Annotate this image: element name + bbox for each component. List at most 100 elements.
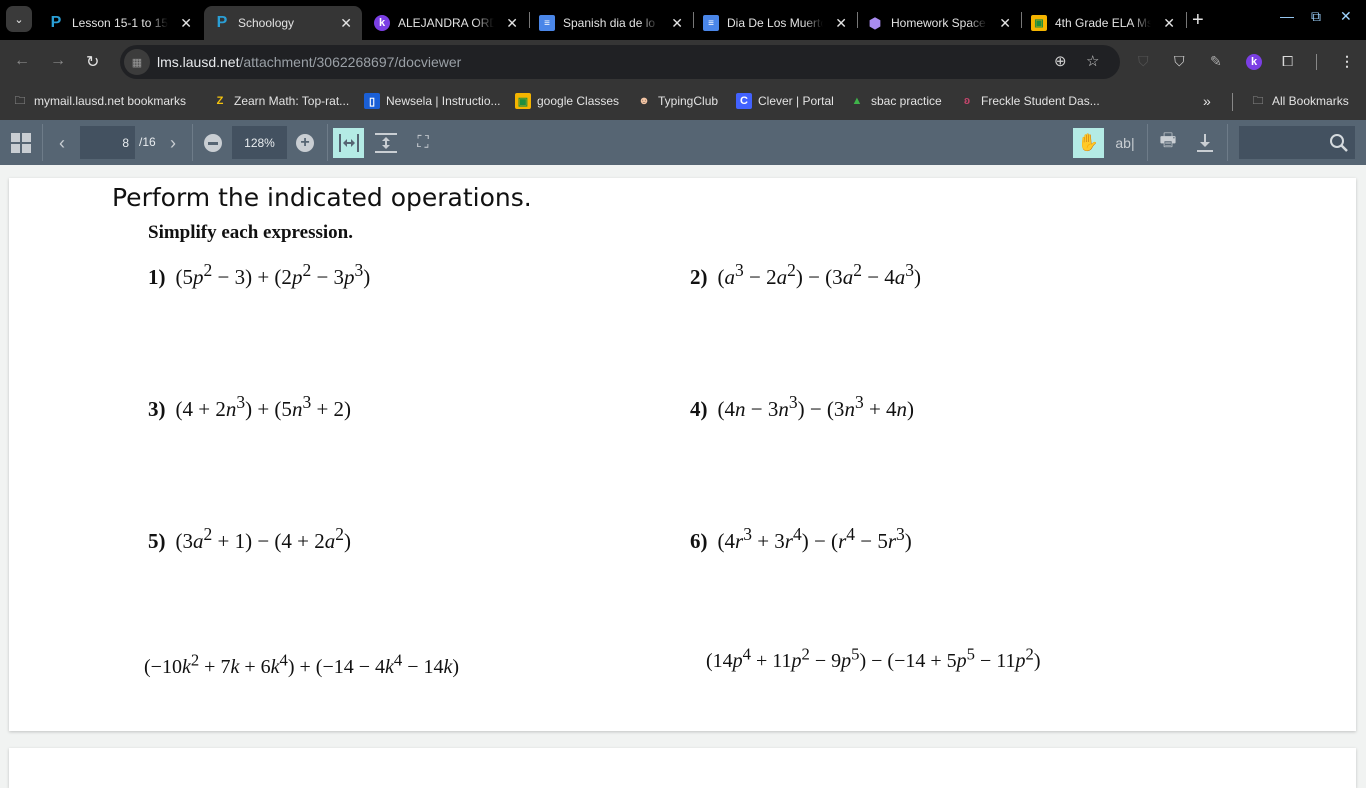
close-icon[interactable]: ✕ [999, 15, 1011, 32]
folder-icon: 🗀 [14, 94, 26, 107]
tab-homework-space[interactable]: ⬢ Homework Space ✕ [857, 6, 1021, 40]
close-icon[interactable]: ✕ [340, 15, 352, 32]
folder-icon: 🗀 [1252, 94, 1264, 107]
fit-page-button[interactable] [374, 133, 398, 153]
newsela-icon: ▯ [364, 93, 380, 109]
tab-schoology[interactable]: P Schoology ✕ [204, 6, 362, 40]
minimize-button[interactable]: — [1280, 8, 1294, 24]
problem-expression: (4 + 2n3) + (5n3 + 2) [175, 392, 352, 421]
extension-icon[interactable]: ✎ [1210, 53, 1222, 70]
tab-title: Lesson 15-1 to 15 [72, 16, 168, 30]
site-info-icon[interactable]: ▦ [124, 49, 150, 75]
previous-page-button[interactable]: ‹ [54, 132, 70, 154]
google-docs-icon: ≡ [703, 15, 719, 31]
print-button[interactable]: 🖶 [1157, 130, 1179, 154]
toolbar-separator [1147, 124, 1148, 161]
problem-expression: (a3 − 2a2) − (3a2 − 4a3) [717, 260, 922, 289]
bookmark-typingclub[interactable]: ☻ TypingClub [636, 93, 718, 109]
search-icon[interactable] [1329, 133, 1349, 153]
address-bar[interactable]: ▦ lms.lausd.net/attachment/3062268697/do… [120, 45, 1120, 79]
fit-height-icon [375, 133, 397, 153]
bookmark-label: Zearn Math: Top-rat... [234, 94, 350, 108]
instructions-heading: Simplify each expression. [148, 222, 353, 243]
close-icon[interactable]: ✕ [671, 15, 683, 32]
tab-4th-grade-ela[interactable]: ▣ 4th Grade ELA Ms ✕ [1021, 6, 1185, 40]
close-window-button[interactable]: ✕ [1340, 8, 1352, 25]
forward-button[interactable]: → [50, 52, 66, 70]
extensions-puzzle-icon[interactable]: ⧠ [1282, 53, 1293, 70]
restore-button[interactable]: ⧉ [1311, 8, 1321, 25]
shield-extension-icon[interactable]: ⛉ [1174, 53, 1185, 70]
hand-icon: ✋ [1077, 133, 1100, 152]
toolbar-separator [42, 124, 43, 161]
bookmark-star-icon[interactable]: ☆ [1086, 52, 1099, 70]
bookmarks-bar: 🗀 mymail.lausd.net bookmarks Z Zearn Mat… [0, 84, 1366, 120]
new-tab-button[interactable]: + [1192, 9, 1204, 32]
schoology-icon: P [216, 14, 228, 31]
menu-kebab-icon[interactable]: ⋮ [1340, 53, 1354, 70]
zearn-icon: Z [216, 95, 224, 107]
tab-alejandra[interactable]: k ALEJANDRA ORD ✕ [364, 6, 528, 40]
fullscreen-button[interactable]: ⛶ [412, 133, 434, 153]
close-icon[interactable]: ✕ [1163, 15, 1175, 32]
gem-icon: ⬢ [868, 14, 882, 31]
page-number-input[interactable]: 8 [80, 126, 135, 159]
problem-expression: (5p2 − 3) + (2p2 − 3p3) [175, 260, 371, 289]
fit-width-button[interactable] [333, 128, 364, 158]
bookmarks-overflow-button[interactable]: » [1203, 93, 1211, 109]
toolbar-separator [192, 124, 193, 161]
tab-separator [1186, 12, 1187, 28]
bookmark-mymail[interactable]: 🗀 mymail.lausd.net bookmarks [12, 93, 187, 109]
tab-strip: ⌄ P Lesson 15-1 to 15 ✕ P Schoology ✕ k … [0, 0, 1366, 40]
thumbnails-grid-icon[interactable] [10, 132, 32, 154]
tab-lesson[interactable]: P Lesson 15-1 to 15 ✕ [38, 6, 202, 40]
tab-dia-de-los-muertos[interactable]: ≡ Dia De Los Muerto ✕ [693, 6, 857, 40]
reload-button[interactable]: ↻ [86, 52, 99, 72]
all-bookmarks-button[interactable]: 🗀 All Bookmarks [1250, 93, 1349, 109]
bookmark-google-classes[interactable]: ▣ google Classes [515, 93, 619, 109]
next-document-page [9, 748, 1356, 788]
tab-spanish[interactable]: ≡ Spanish dia de lo ✕ [529, 6, 693, 40]
shield-extension-icon[interactable]: ⛉ [1138, 53, 1149, 70]
plus-icon: + [300, 134, 310, 151]
bookmarks-divider [1232, 93, 1233, 111]
zoom-level-input[interactable]: 128% [232, 126, 287, 159]
zoom-out-button[interactable] [204, 134, 222, 152]
bookmark-newsela[interactable]: ▯ Newsela | Instructio... [364, 93, 501, 109]
bookmark-sbac[interactable]: ▲ sbac practice [849, 93, 942, 109]
close-icon[interactable]: ✕ [835, 15, 847, 32]
bookmark-label: All Bookmarks [1272, 94, 1349, 108]
tab-title: ALEJANDRA ORD [398, 16, 494, 30]
problem-number: 5) [148, 529, 166, 553]
printer-icon: 🖶 [1159, 130, 1177, 150]
search-input[interactable] [1239, 126, 1355, 159]
back-button[interactable]: ← [14, 52, 30, 70]
close-icon[interactable]: ✕ [506, 15, 518, 32]
tab-title: Spanish dia de lo [563, 16, 656, 30]
tab-search-button[interactable]: ⌄ [6, 6, 32, 32]
zoom-icon[interactable]: ⊕ [1054, 52, 1067, 70]
next-page-button[interactable]: › [165, 132, 181, 154]
docviewer-toolbar: ‹ 8 /16 › 128% + ⛶ ✋ ab| 🖶 [0, 120, 1366, 165]
zoom-in-button[interactable]: + [296, 134, 314, 152]
text-select-button[interactable]: ab| [1112, 133, 1138, 153]
bookmark-label: Clever | Portal [758, 94, 834, 108]
kami-extension-icon[interactable]: k [1246, 54, 1262, 70]
close-icon[interactable]: ✕ [180, 15, 192, 32]
pan-tool-button[interactable]: ✋ [1073, 128, 1104, 158]
url-text[interactable]: lms.lausd.net/attachment/3062268697/docv… [157, 54, 461, 70]
bookmark-freckle[interactable]: ʚ Freckle Student Das... [959, 93, 1100, 109]
bookmark-clever[interactable]: C Clever | Portal [736, 93, 834, 109]
bookmark-label: sbac practice [871, 94, 942, 108]
document-area[interactable]: Perform the indicated operations. Simpli… [0, 165, 1366, 788]
download-button[interactable] [1194, 132, 1216, 154]
bookmark-label: mymail.lausd.net bookmarks [34, 94, 187, 108]
problem-expression: (4r3 + 3r4) − (r4 − 5r3) [717, 524, 912, 553]
problem-expression: (−10k2 + 7k + 6k4) + (−14 − 4k4 − 14k) [144, 650, 460, 678]
bookmark-label: TypingClub [658, 94, 719, 108]
problem-2: 2) (a3 − 2a2) − (3a2 − 4a3) [690, 260, 921, 290]
bookmark-zearn[interactable]: Z Zearn Math: Top-rat... [212, 93, 350, 109]
zoom-level: 128% [244, 135, 275, 150]
problem-expression: (3a2 + 1) − (4 + 2a2) [175, 524, 352, 553]
chevron-down-icon: ⌄ [14, 13, 24, 26]
